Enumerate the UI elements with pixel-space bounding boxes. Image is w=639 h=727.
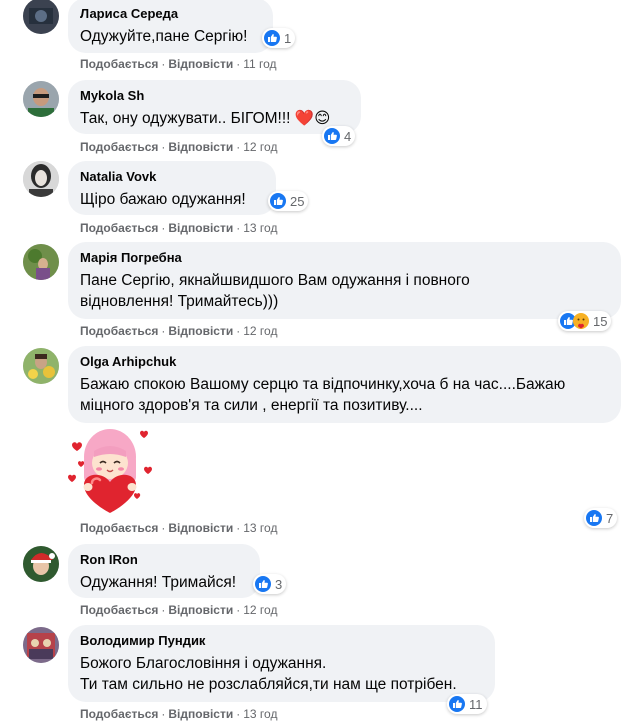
comment-text: Бажаю спокою Вашому серцю та відпочинку,… [80,376,566,414]
avatar[interactable] [23,81,59,117]
avatar[interactable] [23,348,59,384]
separator: · [161,221,166,235]
reply-link[interactable]: Відповісти [168,521,233,535]
reply-link[interactable]: Відповісти [168,57,233,71]
separator: · [161,324,166,338]
avatar[interactable] [23,546,59,582]
like-icon [449,696,465,712]
comment-bubble: Mykola Sh Так, ону одужувати.. БІГОМ!!! … [68,80,361,134]
comment-bubble: Natalia Vovk Щіро бажаю одужання! [68,161,276,215]
care-icon [573,313,589,329]
timestamp[interactable]: 13 год [243,707,277,721]
comment-author[interactable]: Марія Погребна [80,250,609,266]
like-link[interactable]: Подобається [80,221,158,235]
separator: · [161,707,166,721]
separator: · [236,57,241,71]
comment-actions: Подобається · Відповісти · 12 год [80,602,277,618]
comment-actions: Подобається · Відповісти · 13 год [80,706,277,722]
timestamp[interactable]: 12 год [243,324,277,338]
avatar[interactable] [23,0,59,34]
comment-text: Щіро бажаю одужання! [80,191,246,208]
reaction-count: 3 [275,576,283,592]
comment-actions: Подобається · Відповісти · 12 год [80,139,277,155]
like-icon [264,30,280,46]
reaction-count: 15 [593,313,608,329]
reaction-count: 7 [606,510,614,526]
separator: · [236,707,241,721]
reaction-summary[interactable]: 1 [262,28,296,48]
comment-bubble: Olga Arhipchuk Бажаю спокою Вашому серцю… [68,346,621,423]
reaction-count: 11 [469,696,483,712]
like-link[interactable]: Подобається [80,521,158,535]
reply-link[interactable]: Відповісти [168,324,233,338]
comment-actions: Подобається · Відповісти · 11 год [80,56,277,72]
timestamp[interactable]: 11 год [243,57,276,71]
reaction-summary[interactable]: 3 [253,574,287,594]
comment-text: Одужуйте,пане Сергію! [80,28,248,45]
separator: · [161,140,166,154]
comment-text: Божого Благословіння і одужання. Ти там … [80,655,457,693]
reaction-summary[interactable]: 25 [268,191,309,211]
avatar[interactable] [23,627,59,663]
reaction-count: 25 [290,193,305,209]
like-icon [255,576,271,592]
reply-link[interactable]: Відповісти [168,603,233,617]
comment-author[interactable]: Olga Arhipchuk [80,354,609,370]
comment-actions: Подобається · Відповісти · 13 год [80,220,277,236]
comment-text: Одужання! Тримайся! [80,574,237,591]
reply-link[interactable]: Відповісти [168,221,233,235]
timestamp[interactable]: 13 год [243,521,277,535]
like-link[interactable]: Подобається [80,603,158,617]
comment-bubble: Ron IRon Одужання! Тримайся! [68,544,260,598]
comment-author[interactable]: Володимир Пундик [80,633,483,649]
reply-link[interactable]: Відповісти [168,707,233,721]
like-link[interactable]: Подобається [80,140,158,154]
avatar[interactable] [23,244,59,280]
like-link[interactable]: Подобається [80,57,158,71]
separator: · [236,521,241,535]
separator: · [236,324,241,338]
comment-author[interactable]: Лариса Середа [80,6,261,22]
comment-bubble: Лариса Середа Одужуйте,пане Сергію! [68,0,273,53]
comment-actions: Подобається · Відповісти · 12 год [80,323,277,339]
separator: · [161,521,166,535]
reaction-summary[interactable]: 15 [558,311,612,331]
like-icon [270,193,286,209]
heart-hug-sticker [64,425,156,515]
comment-bubble: Володимир Пундик Божого Благословіння і … [68,625,495,702]
separator: · [236,221,241,235]
reaction-summary[interactable]: 11 [447,694,487,714]
like-link[interactable]: Подобається [80,707,158,721]
comment-actions: Подобається · Відповісти · 13 год [80,520,277,536]
like-icon [324,128,340,144]
like-icon [586,510,602,526]
comment-bubble: Марія Погребна Пане Сергію, якнайшвидшог… [68,242,621,319]
timestamp[interactable]: 12 год [243,140,277,154]
separator: · [236,603,241,617]
comment-author[interactable]: Ron IRon [80,552,248,568]
comment-author[interactable]: Mykola Sh [80,88,349,104]
timestamp[interactable]: 12 год [243,603,277,617]
comment-text: Пане Сергію, якнайшвидшого Вам одужання … [80,272,470,310]
reaction-summary[interactable]: 4 [322,126,356,146]
separator: · [161,603,166,617]
reaction-count: 1 [284,30,292,46]
comment-text: Так, ону одужувати.. БІГОМ!!! ❤️😊 [80,110,331,127]
separator: · [236,140,241,154]
reaction-summary[interactable]: 7 [584,508,618,528]
reply-link[interactable]: Відповісти [168,140,233,154]
reaction-count: 4 [344,128,352,144]
like-link[interactable]: Подобається [80,324,158,338]
timestamp[interactable]: 13 год [243,221,277,235]
comment-author[interactable]: Natalia Vovk [80,169,264,185]
separator: · [161,57,166,71]
avatar[interactable] [23,161,59,197]
